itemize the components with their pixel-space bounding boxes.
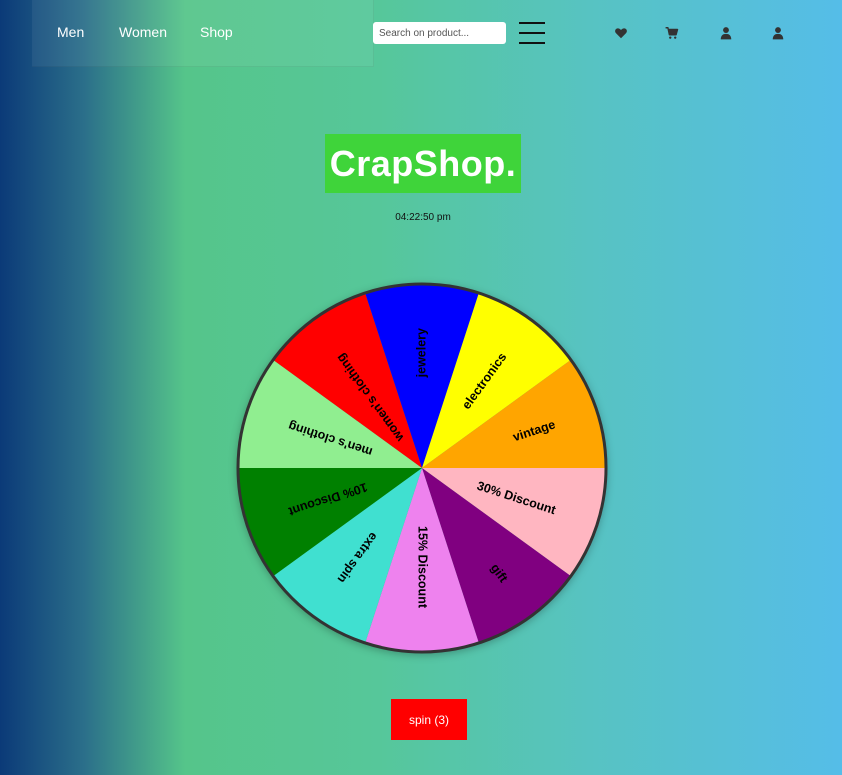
search-input[interactable] (373, 22, 506, 44)
wheel-segment-label: 15% Discount (416, 526, 430, 609)
account-icon[interactable] (771, 26, 785, 40)
nav-link-shop[interactable]: Shop (200, 24, 233, 40)
spin-button[interactable]: spin (3) (391, 699, 467, 740)
prize-wheel-graphic: 30% Discountgift15% Discountextra spin10… (236, 282, 608, 654)
user-icon[interactable] (719, 26, 733, 40)
site-logo: CrapShop. (325, 134, 521, 193)
wheel-segment-label: jewelery (414, 328, 428, 378)
nav-link-women[interactable]: Women (119, 24, 167, 40)
prize-wheel[interactable]: 30% Discount gift 15% Discount extra spin 10… (234, 280, 610, 656)
nav-link-men[interactable]: Men (57, 24, 84, 40)
cart-icon[interactable] (665, 26, 679, 40)
heart-icon[interactable] (614, 26, 628, 40)
hamburger-menu-icon[interactable] (519, 22, 545, 44)
clock-time: 04:22:50 pm (395, 212, 451, 223)
